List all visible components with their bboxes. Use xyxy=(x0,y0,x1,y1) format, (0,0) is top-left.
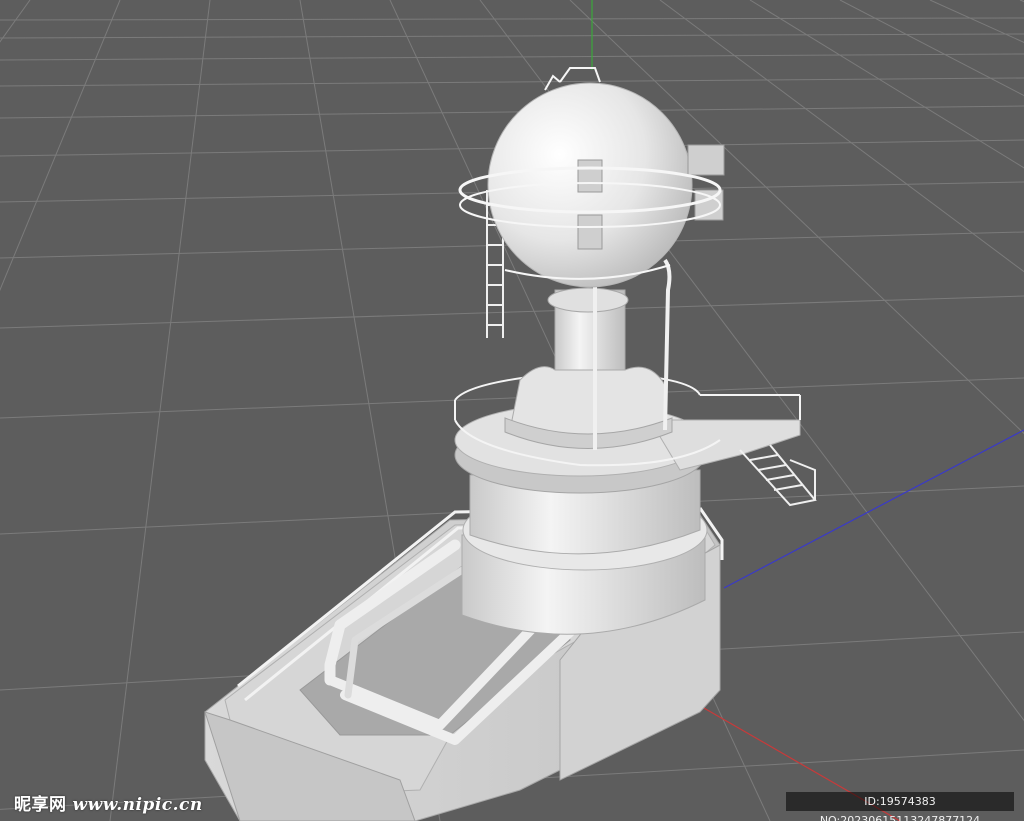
z-axis-line xyxy=(723,429,1024,589)
3d-viewport[interactable]: 昵享网 www.nipic.cn ID:19574383 NO:202306151… xyxy=(0,0,1024,821)
watermark-brand: 昵享网 www.nipic.cn xyxy=(14,790,203,815)
neck-flange xyxy=(547,287,629,313)
reactor-model[interactable] xyxy=(204,67,817,821)
watermark-site: www.nipic.cn xyxy=(72,795,203,815)
watermark-brand-name: 昵享网 xyxy=(14,795,67,815)
watermark-id-badge: ID:19574383 NO:20230615113247877124 xyxy=(786,792,1014,821)
viewport-canvas[interactable] xyxy=(0,0,1024,821)
